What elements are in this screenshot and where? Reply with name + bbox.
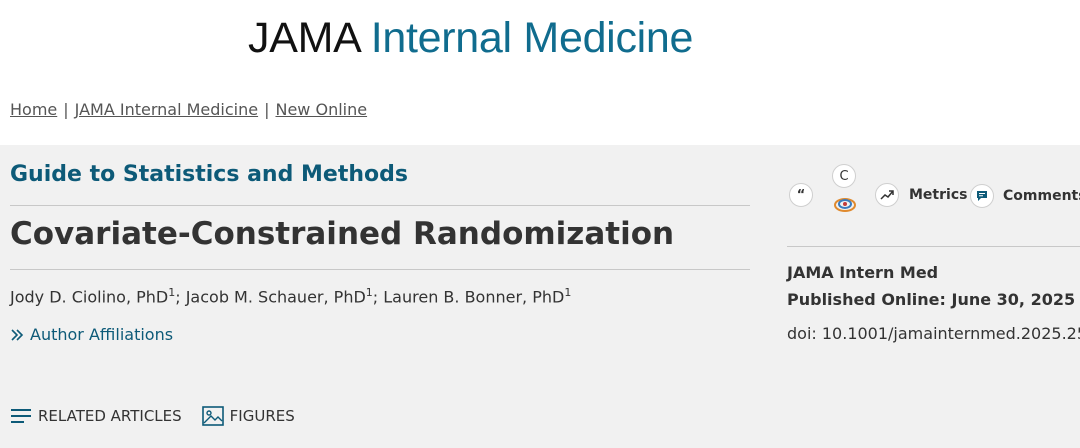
metrics-label[interactable]: Metrics — [909, 187, 967, 203]
comments-button[interactable] — [970, 184, 994, 208]
cite-button[interactable]: “ — [789, 183, 813, 207]
breadcrumb-journal[interactable]: JAMA Internal Medicine — [75, 100, 258, 119]
logo-journal-name: Internal Medicine — [370, 14, 694, 62]
author-name[interactable]: Lauren B. Bonner, PhD — [383, 287, 564, 306]
author-name[interactable]: Jody D. Ciolino, PhD — [10, 287, 168, 306]
comment-icon — [977, 191, 987, 201]
double-chevron-right-icon — [10, 327, 24, 343]
tab-related-articles[interactable]: RELATED ARTICLES — [10, 407, 182, 425]
breadcrumb-new-online[interactable]: New Online — [275, 100, 367, 119]
article-title: Covariate-Constrained Randomization — [10, 216, 675, 252]
divider — [10, 205, 750, 206]
article-section[interactable]: Guide to Statistics and Methods — [10, 162, 408, 187]
journal-abbrev: JAMA Intern Med — [787, 263, 939, 282]
c-button[interactable]: C — [832, 164, 856, 188]
breadcrumb-separator: | — [264, 100, 270, 119]
trend-up-icon — [880, 190, 894, 200]
affiliation-marker: 1 — [564, 286, 572, 299]
author-separator: ; — [175, 287, 186, 307]
altmetric-icon[interactable] — [833, 194, 857, 220]
comments-label[interactable]: Comments — [1003, 188, 1080, 204]
divider — [10, 269, 750, 270]
list-icon — [10, 408, 32, 424]
tab-figures[interactable]: FIGURES — [201, 406, 295, 426]
logo-jama: JAMA — [248, 14, 360, 62]
breadcrumb-separator: | — [63, 100, 69, 119]
article-tabs: RELATED ARTICLES FIGURES — [10, 406, 315, 426]
publication-date: Published Online: June 30, 2025 — [787, 290, 1076, 309]
author-affiliations-label: Author Affiliations — [30, 325, 174, 344]
breadcrumb: Home | JAMA Internal Medicine | New Online — [10, 100, 367, 119]
author-name[interactable]: Jacob M. Schauer, PhD — [186, 287, 366, 306]
metrics-button[interactable] — [875, 183, 899, 207]
author-list: Jody D. Ciolino, PhD 1; Jacob M. Schauer,… — [10, 286, 571, 306]
tab-related-articles-label: RELATED ARTICLES — [38, 407, 182, 425]
doi-link[interactable]: doi: 10.1001/jamainternmed.2025.256 — [787, 324, 1080, 343]
author-affiliations-toggle[interactable]: Author Affiliations — [10, 325, 173, 344]
article-tools: “ C Metrics Comments — [787, 160, 1080, 220]
c-icon: C — [839, 168, 849, 184]
quote-icon: “ — [796, 187, 806, 203]
breadcrumb-home[interactable]: Home — [10, 100, 57, 119]
journal-logo[interactable]: JAMA Internal Medicine — [248, 12, 693, 64]
tab-figures-label: FIGURES — [229, 407, 295, 425]
divider — [787, 246, 1080, 247]
image-icon — [201, 406, 224, 426]
affiliation-marker: 1 — [365, 286, 373, 299]
author-separator: ; — [372, 287, 384, 307]
